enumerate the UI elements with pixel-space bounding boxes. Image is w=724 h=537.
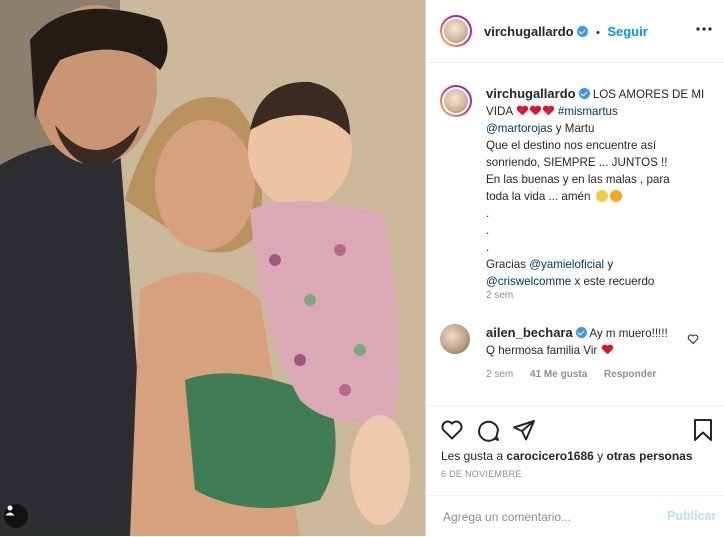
comment-line2: Q hermosa familia Vir [486,344,598,357]
commenter-verified-icon [575,327,587,338]
post-photo[interactable] [0,0,425,536]
heart-outline-icon[interactable] [440,418,464,442]
caption-and: y [607,258,614,271]
caption-time[interactable]: 2 sem [486,290,513,301]
header-separator: • [596,27,600,39]
likes-middle: y [597,449,604,463]
liker-username[interactable]: carocicero1686 [506,449,593,463]
caption-line3: y Martu [555,122,595,135]
mention-link[interactable]: @martorojas [486,122,553,135]
comment-meta: 2 sem 41 Me gusta Responder [486,369,656,380]
comment-input[interactable] [441,507,645,527]
header-author: virchugallardo • Seguir [484,23,648,41]
likes-summary: Les gusta a carocicero1686 y otras perso… [441,449,693,463]
caption-dots: . . . [486,207,490,254]
mention-link[interactable]: @yamieloficial [529,258,604,271]
post-header: virchugallardo • Seguir [426,0,724,63]
commenter-username[interactable]: ailen_bechara [486,325,573,340]
add-comment-bar: Publicar [426,495,724,537]
red-heart-icon [517,106,528,116]
photo-illustration [0,0,425,536]
user-tag-button[interactable] [4,504,28,528]
follow-button[interactable]: Seguir [607,24,647,39]
caption-tail: x este recuerdo [574,275,655,288]
caption-verified-icon [578,88,590,99]
post-date[interactable]: 6 DE NOVIEMBRE [441,469,522,479]
caption-username[interactable]: virchugallardo [486,86,576,101]
commenter-avatar[interactable] [440,324,470,354]
likes-prefix: Les gusta a [441,449,504,463]
verified-badge-icon [576,26,588,37]
publish-button[interactable]: Publicar [667,509,716,523]
header-username[interactable]: virchugallardo [484,24,574,39]
post-side-panel: virchugallardo • Seguir virchugallardo L… [425,0,724,536]
more-dots-icon[interactable] [696,26,712,32]
grin-emoji-icon [595,190,608,202]
caption-thanks: Gracias [486,258,526,271]
hashtag-link[interactable]: #mismartus [558,105,618,118]
author-avatar[interactable] [440,15,472,47]
comment-bubble-icon[interactable] [476,418,500,442]
action-bar [426,405,724,442]
red-heart-icon [543,106,554,116]
caption-text: virchugallardo LOS AMORES DE MI VIDA #mi… [486,85,716,290]
comments-area: virchugallardo LOS AMORES DE MI VIDA #mi… [426,63,724,405]
caption-avatar[interactable] [440,85,472,117]
comment-like-icon[interactable] [687,333,699,345]
other-likers-link[interactable]: otras personas [606,449,692,463]
comment-time[interactable]: 2 sem [486,369,513,380]
heart-eyes-emoji-icon [609,190,622,202]
bookmark-icon[interactable] [692,418,714,442]
user-tag-icon [5,505,15,516]
comment-line1: Ay m muero!!!!! [589,327,668,340]
caption-line1: LOS AMORES DE MI [592,88,705,101]
caption-body: Que el destino nos encuentre así sonrien… [486,139,670,203]
mention-link[interactable]: @criswelcomme [486,275,571,288]
comment-text: ailen_bechara Ay m muero!!!!! Q hermosa … [486,324,686,359]
reply-button[interactable]: Responder [604,369,656,380]
paper-plane-icon[interactable] [512,418,536,442]
caption-line2: VIDA [486,105,513,118]
red-heart-icon [602,345,613,355]
comment-likes[interactable]: 41 Me gusta [530,369,587,380]
red-heart-icon [530,106,541,116]
